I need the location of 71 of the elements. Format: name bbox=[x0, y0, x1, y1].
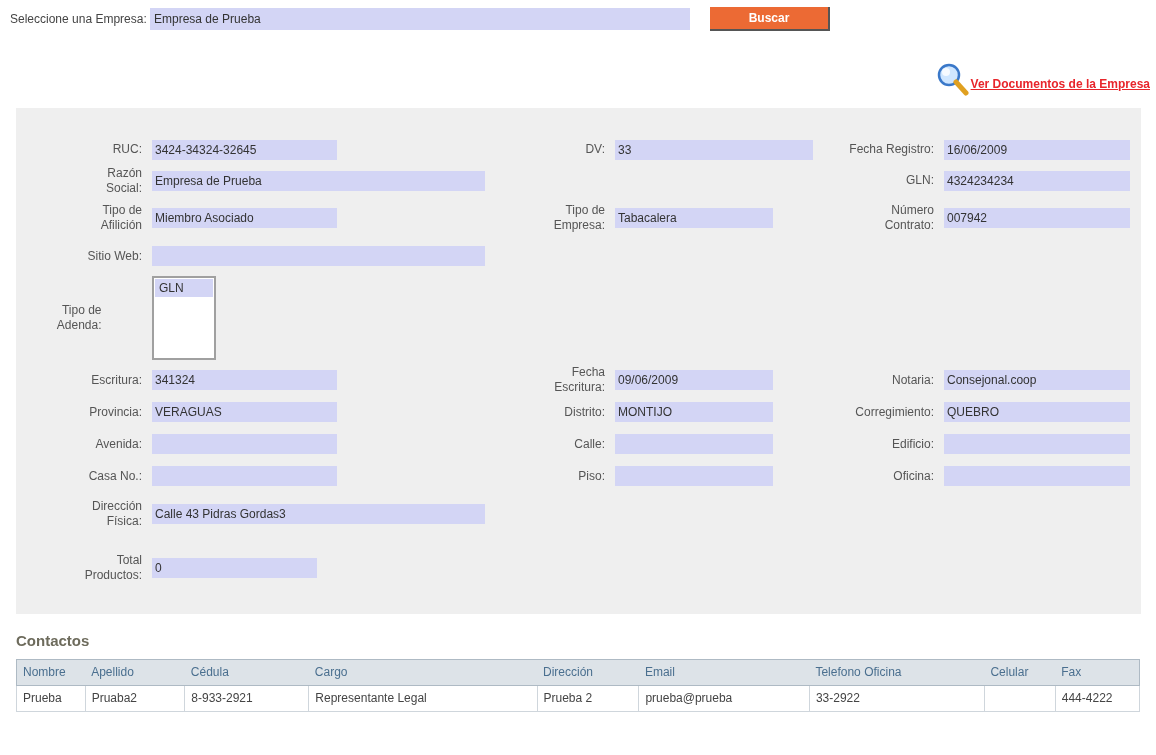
table-cell: Prueba bbox=[16, 685, 86, 711]
field-label: Casa No.: bbox=[88, 468, 142, 484]
column-header: Nombre bbox=[16, 659, 86, 685]
section-title: Contactos bbox=[16, 631, 91, 651]
field-label: Edificio: bbox=[891, 436, 934, 452]
field-label: Oficina: bbox=[893, 468, 934, 484]
field-label: Provincia: bbox=[89, 404, 142, 420]
list-option[interactable]: GLN bbox=[155, 279, 213, 297]
documents-link[interactable]: Ver Documentos de la Empresa bbox=[970, 75, 1150, 93]
field-label: Calle: bbox=[574, 436, 605, 452]
input-field[interactable]: MONTIJO bbox=[615, 402, 773, 422]
field-label: Fecha Escritura: bbox=[553, 365, 605, 395]
field-label: Tipo de Afilición bbox=[99, 203, 142, 233]
input-field[interactable]: QUEBRO bbox=[944, 402, 1130, 422]
column-header: Fax bbox=[1055, 659, 1140, 685]
input-field[interactable]: 007942 bbox=[944, 208, 1130, 228]
input-field[interactable] bbox=[152, 434, 337, 454]
input-field[interactable]: Consejonal.coop bbox=[944, 370, 1130, 390]
field-label: Notaria: bbox=[891, 372, 934, 388]
table-cell: Representante Legal bbox=[308, 685, 537, 711]
column-header: Email bbox=[638, 659, 810, 685]
input-field[interactable]: Empresa de Prueba bbox=[152, 170, 485, 191]
field-label: GLN: bbox=[906, 173, 934, 188]
input-field[interactable]: 4324234234 bbox=[944, 170, 1130, 191]
field-label: Distrito: bbox=[564, 404, 605, 420]
field-label: Sitio Web: bbox=[87, 248, 142, 264]
list-box[interactable]: GLN bbox=[152, 276, 216, 360]
field-label: DV: bbox=[585, 142, 605, 157]
field-label: Tipo de Adenda: bbox=[55, 303, 102, 333]
column-header: Celular bbox=[984, 659, 1056, 685]
input-field[interactable]: 09/06/2009 bbox=[615, 370, 773, 390]
input-field[interactable]: 3424-34324-32645 bbox=[152, 139, 337, 160]
table-cell: 8-933-2921 bbox=[184, 685, 309, 711]
input-field[interactable] bbox=[152, 466, 337, 486]
column-header: Cédula bbox=[184, 659, 309, 685]
input-field[interactable]: Calle 43 Pidras Gordas3 bbox=[152, 504, 485, 524]
company-field[interactable]: Empresa de Prueba bbox=[150, 7, 690, 30]
column-header: Apellido bbox=[85, 659, 185, 685]
table-cell: 444-4222 bbox=[1055, 685, 1140, 711]
input-field[interactable]: 341324 bbox=[152, 370, 337, 390]
input-field[interactable]: 16/06/2009 bbox=[944, 139, 1130, 160]
input-field[interactable]: 0 bbox=[152, 558, 317, 578]
input-field[interactable]: VERAGUAS bbox=[152, 402, 337, 422]
table-cell: Pruaba2 bbox=[85, 685, 185, 711]
field-label: Corregimiento: bbox=[855, 404, 934, 420]
field-label: Dirección Física: bbox=[91, 499, 142, 529]
table-cell: 33-2922 bbox=[809, 685, 985, 711]
column-header: Cargo bbox=[308, 659, 537, 685]
input-field[interactable] bbox=[152, 246, 485, 266]
table-cell: prueba@prueba bbox=[638, 685, 810, 711]
field-label: Fecha Registro: bbox=[849, 142, 934, 157]
field-label: Número Contrato: bbox=[883, 203, 934, 233]
input-field[interactable]: Tabacalera bbox=[615, 208, 773, 228]
field-label: Razón Social: bbox=[104, 165, 142, 196]
column-header: Telefono Oficina bbox=[809, 659, 985, 685]
search-label: Seleccione una Empresa: bbox=[10, 10, 148, 28]
field-label: Tipo de Empresa: bbox=[552, 203, 605, 233]
field-label: Total Productos: bbox=[83, 553, 142, 583]
input-field[interactable] bbox=[944, 434, 1130, 454]
input-field[interactable] bbox=[615, 434, 773, 454]
input-field[interactable]: Miembro Asociado bbox=[152, 208, 337, 228]
input-field[interactable] bbox=[944, 466, 1130, 486]
field-label: Avenida: bbox=[95, 436, 142, 452]
field-label: RUC: bbox=[112, 142, 142, 157]
table-cell: Prueba 2 bbox=[537, 685, 639, 711]
input-field[interactable] bbox=[615, 466, 773, 486]
search-icon[interactable] bbox=[936, 63, 969, 97]
field-label: Piso: bbox=[578, 468, 605, 484]
column-header: Dirección bbox=[537, 659, 639, 685]
field-label: Escritura: bbox=[91, 372, 142, 388]
input-field[interactable]: 33 bbox=[615, 139, 813, 160]
